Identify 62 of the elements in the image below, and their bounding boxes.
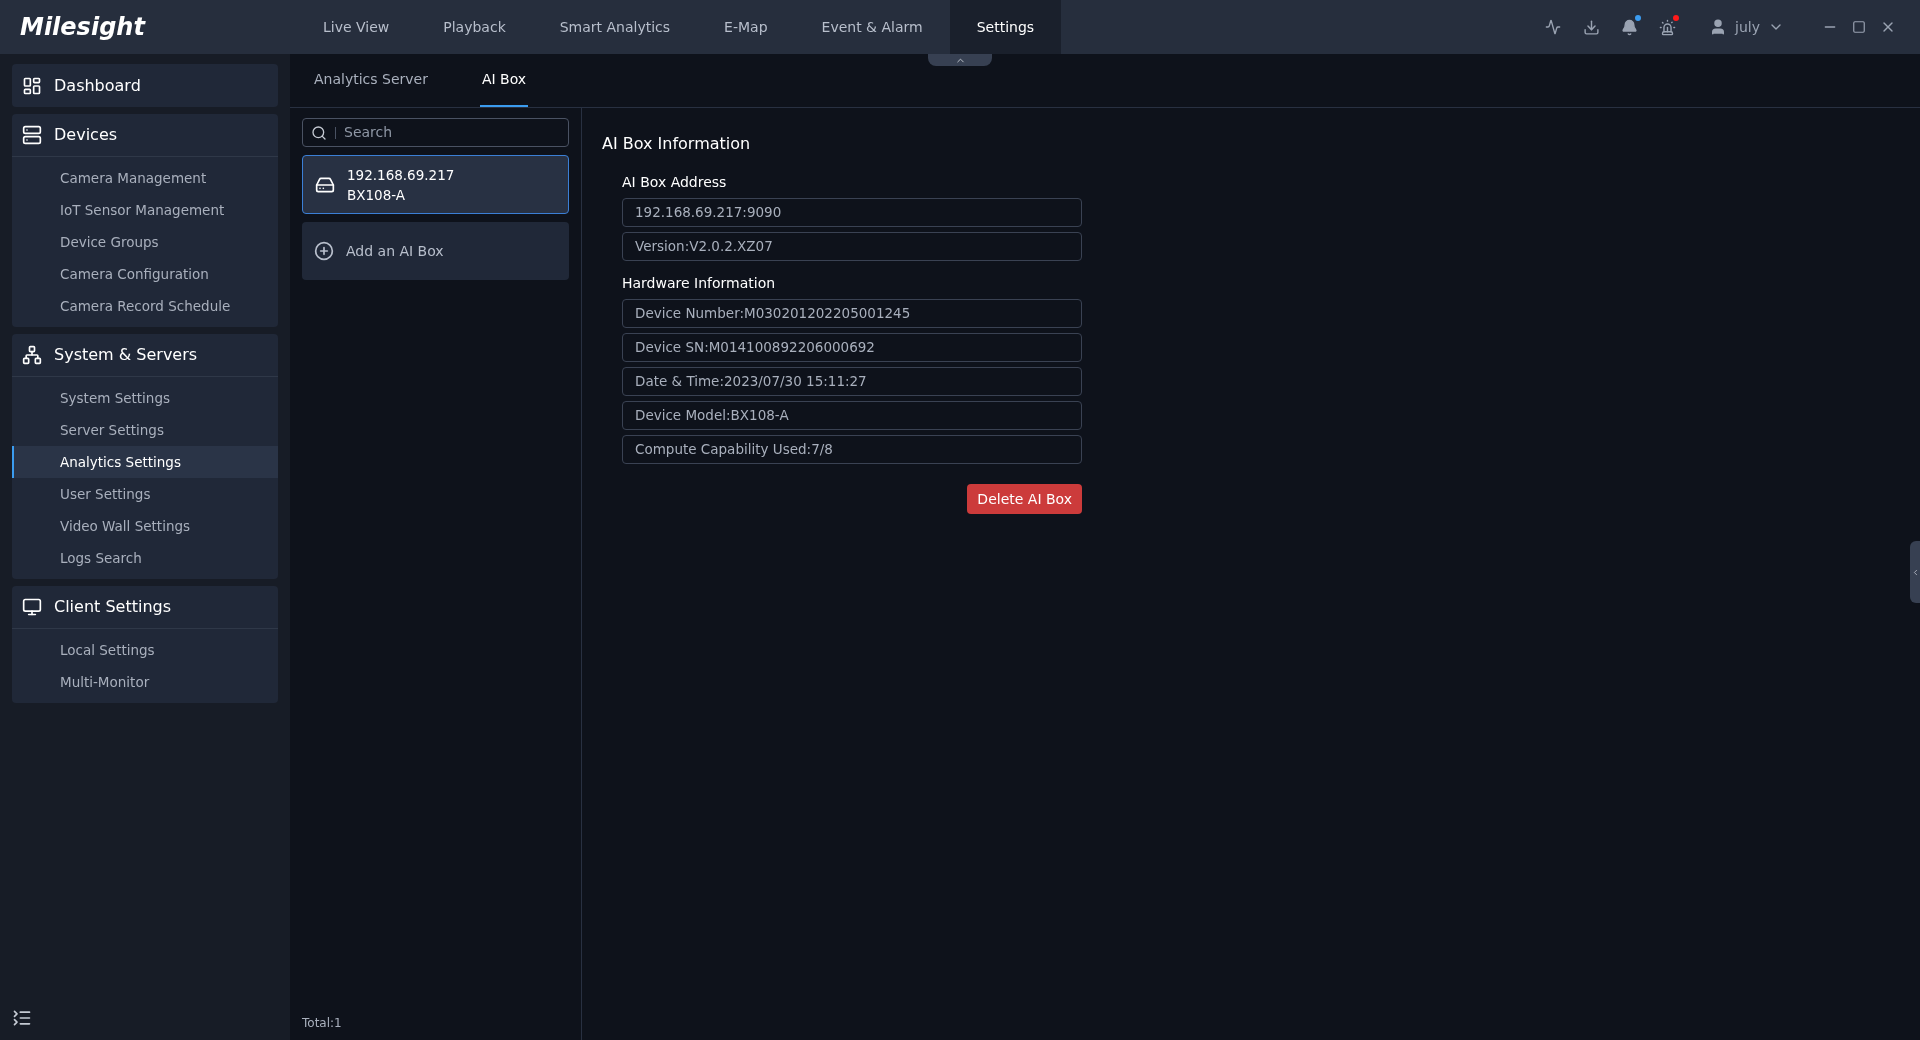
sidebar-item[interactable]: Analytics Settings — [12, 446, 278, 478]
group-title: Devices — [54, 124, 118, 146]
sidebar-group-header[interactable]: Devices — [12, 114, 278, 157]
sidebar-item[interactable]: Server Settings — [12, 414, 278, 446]
download-icon — [1582, 18, 1600, 36]
field-heading: Hardware Information — [622, 274, 777, 293]
search-box[interactable]: Search — [302, 118, 569, 147]
sidebar-item[interactable]: User Settings — [12, 478, 278, 510]
bell-icon — [1620, 18, 1638, 36]
nav-tab[interactable]: Live View — [296, 0, 417, 54]
monitor-icon — [22, 597, 42, 617]
dashboard-icon — [22, 75, 42, 96]
nav-tab[interactable]: Smart Analytics — [532, 0, 698, 54]
user-name[interactable]: july — [1735, 16, 1760, 38]
server-icon — [22, 125, 42, 145]
siren-icon — [1658, 18, 1676, 36]
info-field: Date & Time:2023/07/30 15:11:27 — [622, 367, 1082, 396]
nav-tab[interactable]: Settings — [949, 0, 1062, 54]
section-title: AI Box Information — [602, 133, 752, 155]
search-icon — [311, 124, 327, 141]
group-title: System & Servers — [54, 344, 198, 366]
field-heading: AI Box Address — [622, 173, 728, 192]
info-field: Device Model:BX108-A — [622, 401, 1082, 430]
sidebar-item[interactable]: Logs Search — [12, 542, 278, 574]
side-panel-handle[interactable] — [1910, 541, 1920, 603]
sidebar-item[interactable]: IoT Sensor Management — [12, 194, 278, 226]
nav-tab[interactable]: Event & Alarm — [794, 0, 950, 54]
sidebar-item[interactable]: Camera Record Schedule — [12, 290, 278, 322]
box-model: BX108-A — [347, 185, 407, 205]
info-field: Version:V2.0.2.XZ07 — [622, 232, 1082, 261]
tab[interactable]: AI Box — [479, 54, 529, 107]
delete-button[interactable]: Delete AI Box — [967, 484, 1082, 514]
sidebar-item[interactable]: Local Settings — [12, 634, 278, 666]
info-field: Compute Capability Used:7/8 — [622, 435, 1082, 464]
box-address: 192.168.69.217 — [347, 165, 455, 185]
plus-icon — [314, 241, 334, 261]
info-field: Device Number:M030201202205001245 — [622, 299, 1082, 328]
add-ai-box-button[interactable]: Add an AI Box — [302, 222, 569, 280]
search-input[interactable]: Search — [344, 122, 560, 143]
network-icon — [22, 345, 42, 365]
sidebar-item[interactable]: Multi-Monitor — [12, 666, 278, 698]
sidebar-item[interactable]: Device Groups — [12, 226, 278, 258]
sidebar-item[interactable]: Video Wall Settings — [12, 510, 278, 542]
sidebar-group-header[interactable]: Client Settings — [12, 586, 278, 629]
group-title: Dashboard — [54, 74, 141, 97]
activity-icon — [1545, 19, 1562, 35]
tab[interactable]: Analytics Server — [312, 54, 430, 107]
maximize-icon[interactable] — [1852, 20, 1866, 34]
group-title: Client Settings — [54, 596, 172, 618]
nav-tab[interactable]: Playback — [416, 0, 533, 54]
app-logo: Milesight — [19, 12, 147, 43]
info-field: Device SN:M014100892206000692 — [622, 333, 1082, 362]
sidebar-item[interactable]: Camera Configuration — [12, 258, 278, 290]
nav-tab[interactable]: E-Map — [697, 0, 795, 54]
total-count: Total:1 — [302, 1015, 343, 1032]
ai-box-item[interactable]: 192.168.69.217 BX108-A — [302, 155, 569, 214]
sidebar-group-header[interactable]: System & Servers — [12, 334, 278, 377]
sidebar-item[interactable]: System Settings — [12, 382, 278, 414]
sidebar-group-header[interactable]: Dashboard — [12, 64, 278, 107]
menu-collapse-icon[interactable] — [12, 1008, 32, 1028]
info-field: 192.168.69.217:9090 — [622, 198, 1082, 227]
sidebar-item[interactable]: Camera Management — [12, 162, 278, 194]
